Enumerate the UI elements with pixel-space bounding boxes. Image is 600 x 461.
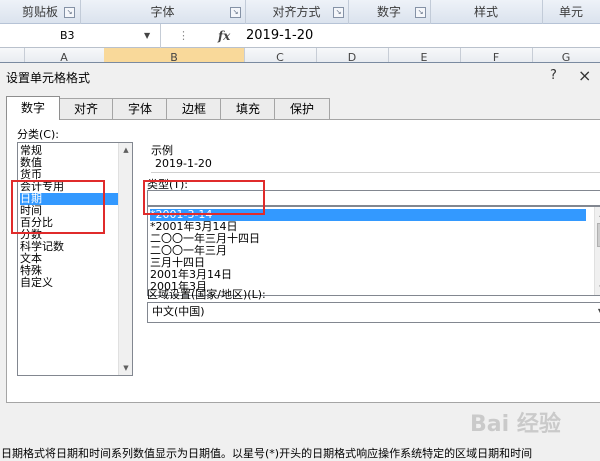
- ribbon-group-label: 剪贴板: [21, 5, 58, 19]
- type-item[interactable]: 2001年3月14日: [150, 269, 586, 281]
- number-tab-panel: 分类(C): 常规 数值 货币 会计专用 日期 时间 百分比 分数 科学记数 文…: [1, 119, 600, 460]
- scroll-down-icon[interactable]: ▼: [119, 361, 132, 375]
- dialog-title: 设置单元格格式: [6, 71, 91, 85]
- highlight-box-category: [11, 180, 105, 234]
- ribbon-group-label: 数字: [376, 5, 401, 19]
- sample-divider: [151, 172, 600, 173]
- category-list[interactable]: 常规 数值 货币 会计专用 日期 时间 百分比 分数 科学记数 文本 特殊 自定…: [17, 142, 133, 376]
- dialog-launcher-icon[interactable]: ↘: [64, 7, 75, 18]
- ribbon-group-number: 数字 ↘: [348, 0, 431, 24]
- type-item[interactable]: 二〇〇一年三月: [150, 245, 586, 257]
- scroll-down-icon[interactable]: ▼: [595, 281, 600, 295]
- ribbon-group-label: 字体: [150, 5, 175, 19]
- ribbon-group-cells: 单元: [542, 0, 600, 24]
- dialog-launcher-icon[interactable]: ↘: [230, 7, 241, 18]
- type-scrollbar[interactable]: ▲ ▼: [594, 207, 600, 295]
- formula-bar-grip[interactable]: ⋮: [178, 24, 190, 48]
- category-item[interactable]: 自定义: [20, 277, 118, 289]
- ribbon-group-clipboard: 剪贴板 ↘: [0, 0, 81, 24]
- tab-alignment[interactable]: 对齐: [58, 98, 114, 120]
- chevron-down-icon[interactable]: ▼: [144, 24, 150, 48]
- format-cells-dialog: 设置单元格格式 ? × 数字 对齐 字体 边框 填充 保护 分类(C): 常规 …: [0, 62, 600, 460]
- dialog-launcher-icon[interactable]: ↘: [333, 7, 344, 18]
- category-label: 分类(C):: [17, 128, 59, 141]
- type-list[interactable]: *2001-3-14 *2001年3月14日 二〇〇一年三月十四日 二〇〇一年三…: [147, 206, 600, 296]
- tab-font[interactable]: 字体: [112, 98, 168, 120]
- locale-label: 区域设置(国家/地区)(L):: [147, 288, 266, 301]
- name-box[interactable]: B3 ▼: [0, 24, 161, 48]
- ribbon-group-alignment: 对齐方式 ↘: [245, 0, 349, 24]
- locale-select[interactable]: 中文(中国) ▼: [147, 302, 600, 323]
- ribbon-group-label: 样式: [473, 5, 498, 19]
- ribbon-group-font: 字体 ↘: [80, 0, 246, 24]
- name-box-value: B3: [60, 29, 75, 42]
- category-scrollbar[interactable]: ▲ ▼: [118, 143, 132, 375]
- scroll-up-icon[interactable]: ▲: [119, 143, 132, 157]
- watermark: Bai 经验: [470, 412, 561, 437]
- tab-protection[interactable]: 保护: [274, 98, 330, 120]
- help-button[interactable]: ?: [550, 68, 557, 83]
- tab-fill[interactable]: 填充: [220, 98, 276, 120]
- sample-value: 2019-1-20: [155, 157, 212, 170]
- dialog-launcher-icon[interactable]: ↘: [415, 7, 426, 18]
- close-button[interactable]: ×: [578, 66, 591, 85]
- tab-border[interactable]: 边框: [166, 98, 222, 120]
- scroll-up-icon[interactable]: ▲: [595, 207, 600, 221]
- ribbon-group-styles: 样式: [430, 0, 543, 24]
- ribbon-group-label: 单元: [558, 5, 583, 19]
- highlight-box-type: [143, 180, 265, 215]
- ribbon-group-bar: 剪贴板 ↘ 字体 ↘ 对齐方式 ↘ 数字 ↘ 样式 单元: [0, 0, 600, 24]
- format-description: 日期格式将日期和时间系列数值显示为日期值。以星号(*)开头的日期格式响应操作系统…: [1, 447, 533, 460]
- formula-input[interactable]: 2019-1-20: [246, 24, 313, 48]
- ribbon-group-label: 对齐方式: [272, 5, 321, 19]
- tab-number[interactable]: 数字: [6, 96, 60, 120]
- formula-bar: B3 ▼ ⋮ fx 2019-1-20: [0, 24, 600, 48]
- locale-value: 中文(中国): [152, 305, 205, 318]
- insert-function-icon[interactable]: fx: [218, 24, 230, 48]
